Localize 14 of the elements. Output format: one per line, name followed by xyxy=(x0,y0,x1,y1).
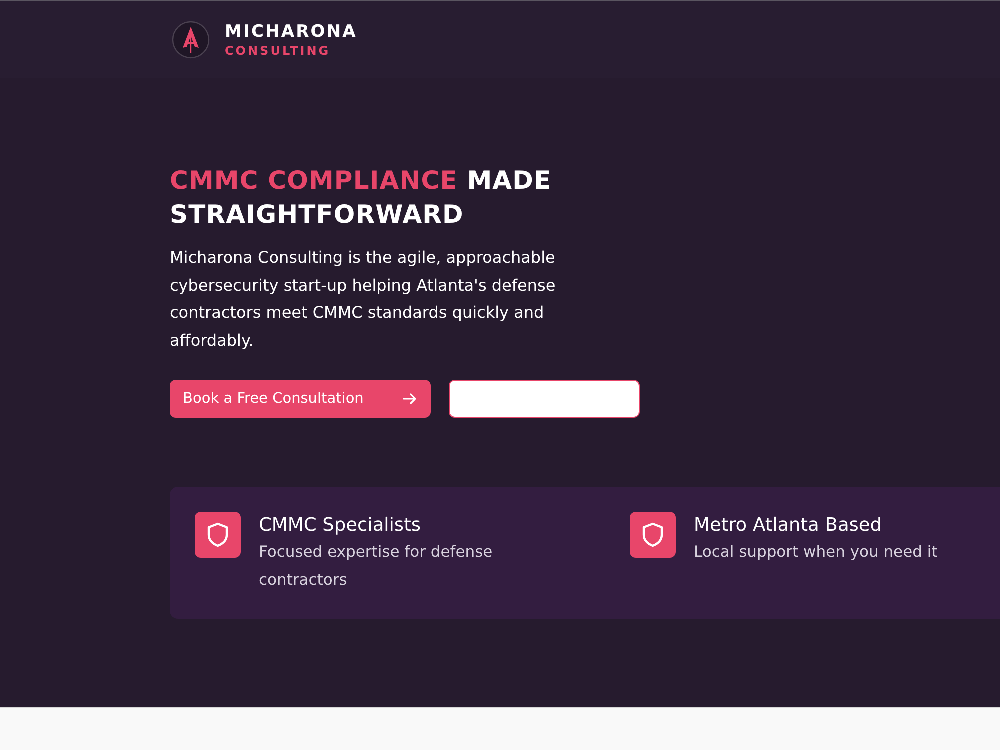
book-consultation-button[interactable]: Book a Free Consultation xyxy=(170,380,431,418)
arrow-right-icon xyxy=(403,393,417,405)
feature-description: Focused expertise for defense contractors xyxy=(259,542,494,591)
hero-description: Micharona Consulting is the agile, approachable cybersecurity start-up helping Atlanta's defense contractors meet CMMC standards quickly and affordably. xyxy=(170,247,557,352)
hero-headline: CMMC COMPLIANCE MADE STRAIGHTFORWARD xyxy=(170,165,553,231)
feature-title: Metro Atlanta Based xyxy=(694,514,884,538)
shield-icon xyxy=(630,512,676,558)
feature-description: Local support when you need it xyxy=(694,542,939,563)
brand-tagline: CONSULTING xyxy=(225,44,332,58)
logo-icon xyxy=(172,20,210,58)
secondary-button[interactable] xyxy=(449,380,640,418)
feature-title: CMMC Specialists xyxy=(259,514,422,538)
shield-icon xyxy=(195,512,241,558)
brand-name: MICHARONA xyxy=(225,22,358,42)
